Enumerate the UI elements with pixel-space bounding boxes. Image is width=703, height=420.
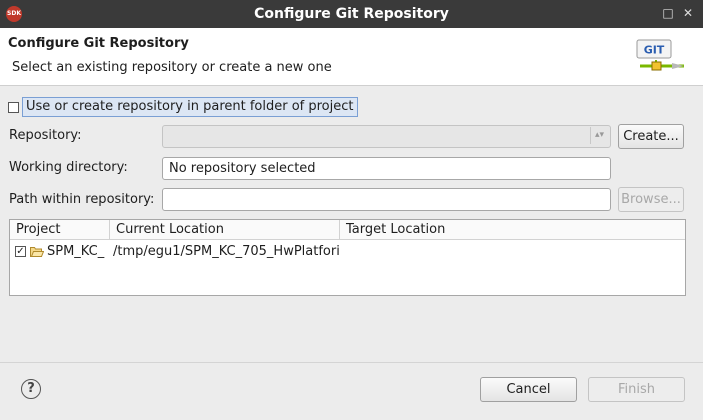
cancel-button[interactable]: Cancel: [480, 377, 577, 402]
dialog-header-description: Select an existing repository or create …: [12, 60, 332, 75]
git-logo-text: GIT: [644, 44, 665, 57]
table-header: Project Current Location Target Location: [10, 220, 685, 240]
repository-label: Repository:: [9, 128, 82, 143]
window-titlebar: SDK Configure Git Repository □ ✕: [0, 0, 703, 28]
working-directory-label: Working directory:: [9, 160, 128, 175]
working-directory-field[interactable]: No repository selected: [162, 157, 611, 180]
table-row[interactable]: ✓ SPM_KC_ /tmp/egu1/SPM_KC_705_HwPlatfor…: [10, 242, 685, 262]
column-header-project[interactable]: Project: [10, 220, 110, 240]
maximize-icon[interactable]: □: [660, 5, 676, 21]
parent-folder-checkbox[interactable]: [8, 102, 19, 113]
row-checkbox[interactable]: ✓: [15, 246, 26, 257]
path-within-repository-label: Path within repository:: [9, 192, 155, 207]
repository-combo[interactable]: [162, 125, 611, 148]
path-within-repository-field[interactable]: [162, 188, 611, 211]
close-icon[interactable]: ✕: [680, 5, 696, 21]
dialog-header-title: Configure Git Repository: [8, 36, 189, 51]
row-target-location: [346, 242, 676, 262]
column-header-target-location[interactable]: Target Location: [340, 220, 685, 240]
footer-separator: [0, 362, 703, 363]
create-button[interactable]: Create...: [618, 124, 684, 149]
projects-table[interactable]: Project Current Location Target Location…: [9, 219, 686, 296]
row-current-location: /tmp/egu1/SPM_KC_705_HwPlatfori: [113, 244, 340, 259]
folder-open-icon: [30, 247, 44, 257]
help-icon[interactable]: ?: [21, 379, 41, 399]
dialog-header: Configure Git Repository Select an exist…: [0, 28, 703, 86]
combo-stepper-icon[interactable]: ▴▾: [590, 127, 608, 144]
window-title: Configure Git Repository: [254, 6, 449, 22]
row-project: SPM_KC_: [47, 244, 105, 259]
parent-folder-label[interactable]: Use or create repository in parent folde…: [22, 97, 358, 117]
finish-button[interactable]: Finish: [588, 377, 685, 402]
browse-button[interactable]: Browse...: [618, 187, 684, 212]
column-header-current-location[interactable]: Current Location: [110, 220, 340, 240]
git-logo-icon: GIT: [636, 39, 684, 71]
